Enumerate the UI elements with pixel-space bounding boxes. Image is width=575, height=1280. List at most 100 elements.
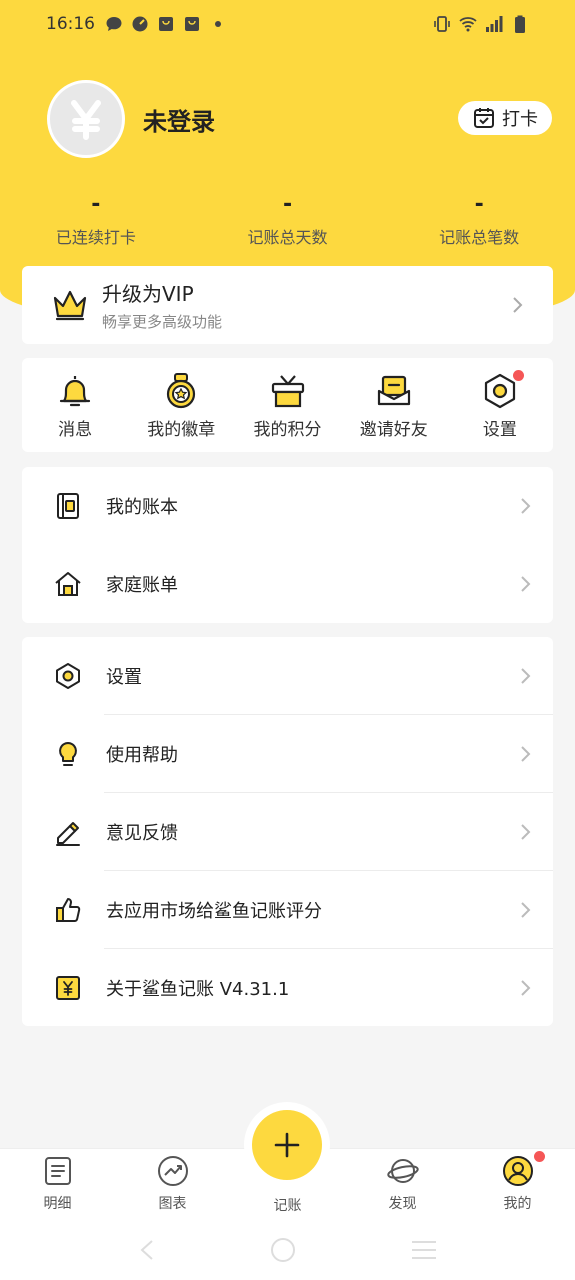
vip-upgrade-card[interactable]: 升级为VIP 畅享更多高级功能 xyxy=(22,266,553,344)
quick-label: 设置 xyxy=(482,419,517,440)
yen-avatar-icon xyxy=(71,100,101,140)
status-bar: 16:16 xyxy=(0,0,575,48)
medal-icon xyxy=(167,372,196,408)
row-label: 关于鲨鱼记账 V4.31.1 xyxy=(106,979,290,1000)
chevron-right-icon xyxy=(521,576,531,592)
stat-count: - 记账总笔数 xyxy=(383,190,575,248)
row-help[interactable]: 使用帮助 xyxy=(22,715,553,793)
pencil-icon xyxy=(56,822,80,846)
settings-list: 设置 使用帮助 意见反馈 去应用市场给鲨鱼记账评分 关于鲨鱼记账 V4.31.1 xyxy=(22,637,553,1026)
tab-details[interactable]: 明细 xyxy=(0,1149,115,1220)
chevron-right-icon xyxy=(521,902,531,918)
wifi-icon xyxy=(459,17,477,32)
notification-icons xyxy=(105,15,227,33)
notification-dot xyxy=(534,1151,545,1162)
quick-label: 我的积分 xyxy=(253,419,322,440)
tab-label: 明细 xyxy=(43,1196,72,1212)
envelope-icon xyxy=(377,375,410,405)
home-icon xyxy=(55,572,81,596)
signal-icon xyxy=(486,16,503,32)
add-record-button[interactable] xyxy=(252,1110,322,1180)
crown-icon xyxy=(53,290,87,321)
tab-label: 发现 xyxy=(388,1196,417,1212)
checkin-button[interactable]: 打卡 xyxy=(458,101,552,135)
stat-value: - xyxy=(474,192,484,217)
tab-discover[interactable]: 发现 xyxy=(345,1149,460,1220)
battery-icon xyxy=(515,15,525,33)
stat-days: - 记账总天数 xyxy=(192,190,384,248)
row-label: 我的账本 xyxy=(106,497,178,518)
stat-streak: - 已连续打卡 xyxy=(0,190,192,248)
row-label: 去应用市场给鲨鱼记账评分 xyxy=(106,901,322,922)
status-time: 16:16 xyxy=(46,14,95,34)
quick-badges[interactable]: 我的徽章 xyxy=(128,358,234,452)
row-label: 使用帮助 xyxy=(106,745,178,766)
chevron-right-icon xyxy=(521,980,531,996)
row-label: 家庭账单 xyxy=(106,575,178,596)
bag-icon xyxy=(185,17,199,31)
user-icon xyxy=(502,1156,533,1186)
planet-icon xyxy=(386,1159,419,1183)
list-icon xyxy=(44,1157,71,1185)
profile-section[interactable]: 未登录 xyxy=(47,80,215,158)
quick-messages[interactable]: 消息 xyxy=(22,358,128,452)
gift-icon xyxy=(271,374,304,407)
stat-value: - xyxy=(91,192,101,217)
quick-label: 我的徽章 xyxy=(147,419,216,440)
quick-settings[interactable]: 设置 xyxy=(447,358,553,452)
chevron-right-icon xyxy=(521,746,531,762)
system-nav-bar xyxy=(0,1220,575,1280)
chevron-right-icon xyxy=(521,498,531,514)
chevron-right-icon xyxy=(521,824,531,840)
bag-icon xyxy=(159,17,173,31)
yen-icon xyxy=(56,976,80,1000)
username[interactable]: 未登录 xyxy=(143,102,215,137)
tab-mine[interactable]: 我的 xyxy=(460,1149,575,1220)
gauge-icon xyxy=(132,16,148,32)
row-rate-app[interactable]: 去应用市场给鲨鱼记账评分 xyxy=(22,871,553,949)
notification-dot xyxy=(512,370,524,381)
quick-actions: 消息 我的徽章 我的积分 邀请好友 设置 xyxy=(22,358,553,452)
vip-subtitle: 畅享更多高级功能 xyxy=(102,313,223,331)
tab-label: 我的 xyxy=(503,1196,532,1212)
system-icons xyxy=(433,15,529,33)
row-label: 设置 xyxy=(106,667,142,688)
book-icon xyxy=(57,493,79,519)
row-my-ledger[interactable]: 我的账本 xyxy=(22,467,553,545)
chevron-right-icon xyxy=(513,297,523,313)
stat-label: 记账总笔数 xyxy=(439,228,520,247)
bulb-icon xyxy=(59,742,77,766)
chart-icon xyxy=(157,1156,188,1186)
vibrate-icon xyxy=(434,16,450,32)
back-icon[interactable] xyxy=(137,1238,157,1262)
checkin-label: 打卡 xyxy=(502,109,538,130)
dot-icon xyxy=(215,21,221,27)
row-label: 意见反馈 xyxy=(106,823,178,844)
vip-texts: 升级为VIP 畅享更多高级功能 xyxy=(102,278,222,332)
stat-value: - xyxy=(282,192,293,217)
chat-icon xyxy=(106,17,122,31)
tab-label: 记账 xyxy=(273,1198,302,1214)
home-nav-icon[interactable] xyxy=(270,1237,296,1263)
row-family-bill[interactable]: 家庭账单 xyxy=(22,545,553,623)
tab-label: 图表 xyxy=(158,1196,187,1212)
row-about[interactable]: 关于鲨鱼记账 V4.31.1 xyxy=(22,949,553,1027)
quick-points[interactable]: 我的积分 xyxy=(234,358,340,452)
thumbs-up-icon xyxy=(56,898,81,922)
bell-icon xyxy=(59,375,91,406)
quick-invite[interactable]: 邀请好友 xyxy=(341,358,447,452)
stats-row: - 已连续打卡 - 记账总天数 - 记账总笔数 xyxy=(0,190,575,248)
tab-charts[interactable]: 图表 xyxy=(115,1149,230,1220)
calendar-icon xyxy=(474,108,494,128)
menu-icon[interactable] xyxy=(410,1239,438,1261)
quick-label: 消息 xyxy=(58,419,93,440)
row-feedback[interactable]: 意见反馈 xyxy=(22,793,553,871)
quick-label: 邀请好友 xyxy=(359,419,428,440)
stat-label: 记账总天数 xyxy=(247,228,328,247)
row-settings[interactable]: 设置 xyxy=(22,637,553,715)
gear-icon xyxy=(56,663,80,689)
avatar[interactable] xyxy=(47,80,125,158)
chevron-right-icon xyxy=(521,668,531,684)
vip-title: 升级为VIP xyxy=(102,282,194,306)
plus-icon xyxy=(274,1132,300,1158)
